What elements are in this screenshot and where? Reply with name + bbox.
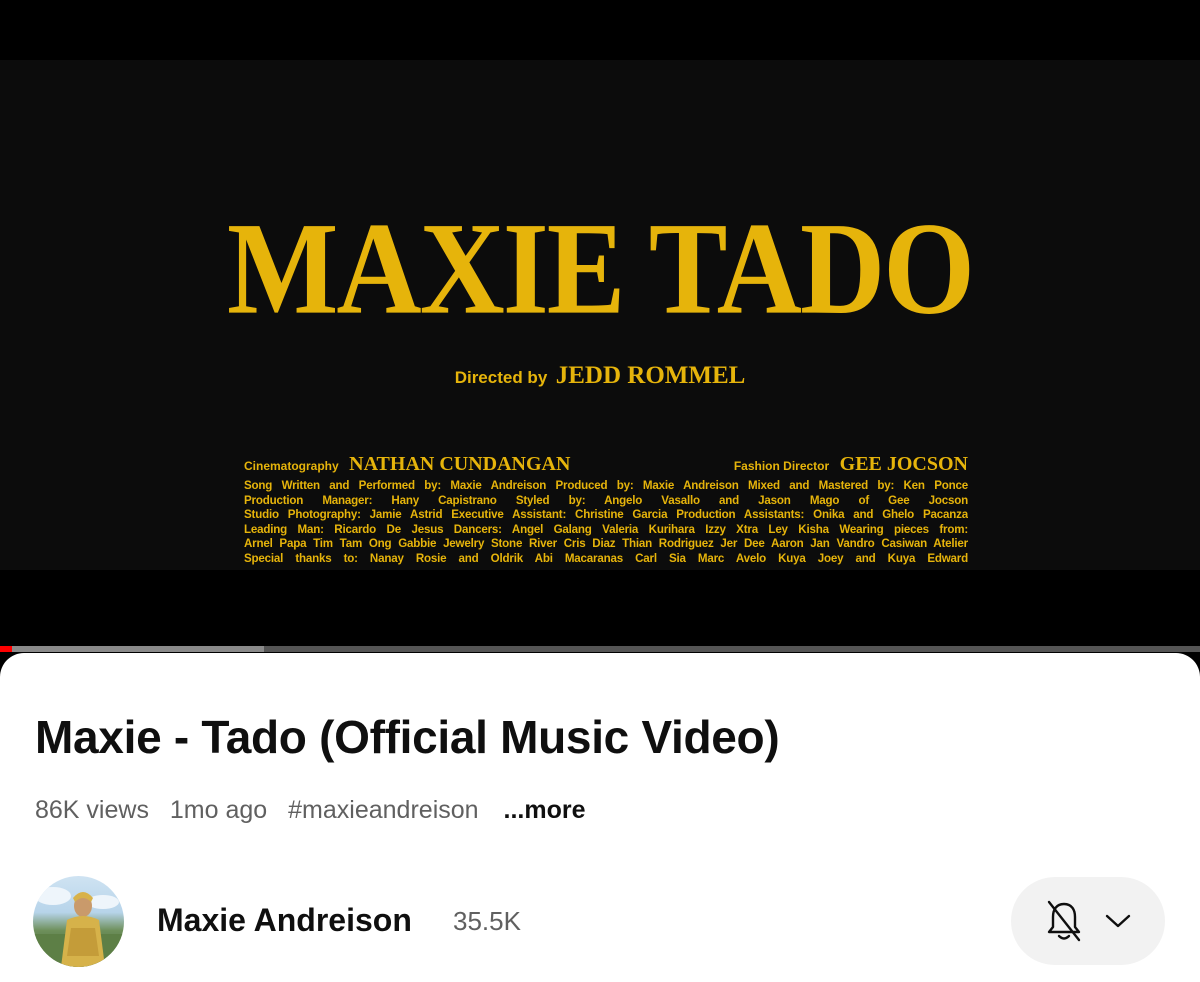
video-frame[interactable]: MAXIE TADO Directed by JEDD ROMMEL Cinem… xyxy=(0,60,1200,570)
fashion-director-name: GEE JOCSON xyxy=(839,453,968,475)
credit-line: Production Manager: Hany Capistrano Styl… xyxy=(244,493,968,507)
credits-block: Cinematography NATHAN CUNDANGAN Fashion … xyxy=(244,453,968,566)
channel-avatar[interactable] xyxy=(33,876,124,967)
hashtag-link[interactable]: #maxieandreison xyxy=(288,796,478,824)
credit-head: Cinematography NATHAN CUNDANGAN Fashion … xyxy=(244,453,968,479)
video-title[interactable]: Maxie - Tado (Official Music Video) xyxy=(35,710,780,764)
credit-line: Arnel Papa Tim Tam Ong Gabbie Jewelry St… xyxy=(244,537,968,550)
credit-line: Studio Photography: Jamie Astrid Executi… xyxy=(244,508,968,521)
channel-name[interactable]: Maxie Andreison xyxy=(157,902,412,939)
directed-by: Directed by JEDD ROMMEL xyxy=(0,363,1200,388)
video-details-sheet: Maxie - Tado (Official Music Video) 86K … xyxy=(0,653,1200,982)
progress-played xyxy=(0,646,12,652)
progress-buffered xyxy=(12,646,264,652)
frame-title: MAXIE TADO xyxy=(227,195,975,342)
credit-line: Song Written and Performed by: Maxie And… xyxy=(244,479,968,492)
avatar-image xyxy=(33,887,124,967)
video-player[interactable]: MAXIE TADO Directed by JEDD ROMMEL Cinem… xyxy=(0,0,1200,652)
bell-off-icon xyxy=(1047,900,1081,942)
subscriber-count: 35.5K xyxy=(453,906,521,936)
directed-label: Directed by xyxy=(454,368,548,387)
director-name: JEDD ROMMEL xyxy=(555,362,746,389)
credit-line: Leading Man: Ricardo De Jesus Dancers: A… xyxy=(244,522,968,536)
cinematography-label: Cinematography xyxy=(244,459,339,473)
credit-line: Special thanks to: Nanay Rosie and Oldri… xyxy=(244,551,968,565)
upload-age: 1mo ago xyxy=(169,796,268,824)
progress-bar[interactable] xyxy=(0,646,1200,652)
chevron-down-icon xyxy=(1105,914,1131,928)
more-link[interactable]: ...more xyxy=(504,796,586,824)
view-count: 86K views xyxy=(35,796,149,824)
video-meta[interactable]: 86K views 1mo ago #maxieandreison ...mor… xyxy=(35,796,600,825)
fashion-label: Fashion Director xyxy=(733,459,830,473)
cinematography-credit: Cinematography NATHAN CUNDANGAN xyxy=(244,453,570,476)
fashion-credit: Fashion Director GEE JOCSON xyxy=(734,453,968,476)
subscribed-notifications-button[interactable] xyxy=(1011,877,1165,965)
cinematographer-name: NATHAN CUNDANGAN xyxy=(349,453,571,475)
